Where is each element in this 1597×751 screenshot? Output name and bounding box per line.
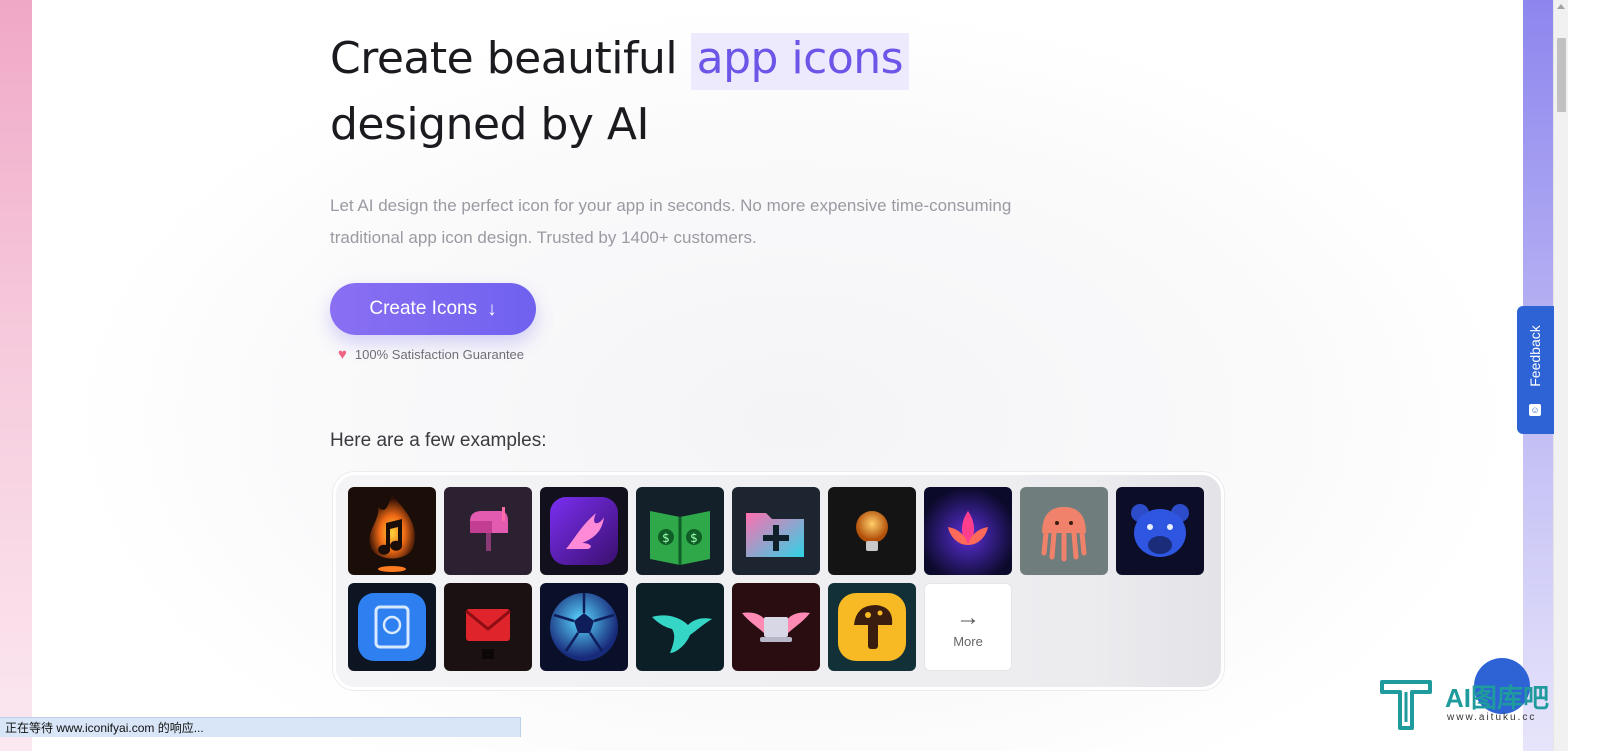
teal-hummingbird-icon[interactable] <box>636 583 724 671</box>
glowing-soccer-ball-icon[interactable] <box>540 583 628 671</box>
headline-text-1: Create beautiful <box>330 33 678 84</box>
watermark-title: AI图库吧 <box>1445 683 1550 713</box>
feedback-tab[interactable]: Feedback ☺ <box>1517 306 1554 434</box>
scroll-up-arrow-icon[interactable] <box>1557 4 1565 9</box>
create-icons-label: Create Icons <box>369 298 478 319</box>
watermark-logo-icon <box>1380 680 1432 730</box>
pink-mailbox-icon[interactable] <box>444 487 532 575</box>
examples-heading: Here are a few examples: <box>330 430 547 451</box>
lightbulb-icon[interactable] <box>828 487 916 575</box>
heart-icon: ♥ <box>338 346 347 363</box>
mushroom-icon[interactable] <box>828 583 916 671</box>
purple-phoenix-icon[interactable] <box>540 487 628 575</box>
watermark-url: www.aituku.cc <box>1447 712 1537 723</box>
red-envelope-icon[interactable] <box>444 583 532 671</box>
arrow-right-icon: → <box>956 603 980 631</box>
browser-status-bar: 正在等待 www.iconifyai.com 的响应... <box>0 717 521 737</box>
more-label: More <box>953 633 983 649</box>
scrollbar-thumb[interactable] <box>1557 38 1566 112</box>
svg-text:$: $ <box>690 531 698 545</box>
svg-text:$: $ <box>662 531 670 545</box>
window-edge <box>1568 0 1597 751</box>
blue-book-app-icon[interactable] <box>348 583 436 671</box>
headline-text-2: designed by AI <box>330 99 649 150</box>
left-gradient-strip <box>0 0 32 751</box>
winged-laptop-icon[interactable] <box>732 583 820 671</box>
feedback-label: Feedback <box>1527 325 1543 387</box>
watermark: AI图库吧 www.aituku.cc <box>1375 676 1555 736</box>
blue-bear-icon[interactable] <box>1116 487 1204 575</box>
folder-plus-icon[interactable] <box>732 487 820 575</box>
neon-lotus-icon[interactable] <box>924 487 1012 575</box>
hero-subtitle: Let AI design the perfect icon for your … <box>330 196 1012 247</box>
jellyfish-icon[interactable] <box>1020 487 1108 575</box>
headline-highlight: app icons <box>690 33 910 90</box>
arrow-down-icon: ↓ <box>487 298 497 320</box>
satisfaction-guarantee: ♥ 100% Satisfaction Guarantee <box>338 347 524 362</box>
flaming-music-note-icon[interactable] <box>348 487 436 575</box>
more-examples-button[interactable]: → More <box>924 583 1012 671</box>
vertical-scrollbar[interactable] <box>1553 0 1569 751</box>
hero-headline: Create beautiful app icons designed by A… <box>330 26 910 158</box>
create-icons-button[interactable]: Create Icons ↓ <box>330 283 536 335</box>
smiley-icon: ☺ <box>1529 404 1541 416</box>
money-book-icon[interactable]: $ $ <box>636 487 724 575</box>
examples-gallery: $ $ → More <box>333 472 1224 690</box>
guarantee-text: 100% Satisfaction Guarantee <box>354 347 525 362</box>
